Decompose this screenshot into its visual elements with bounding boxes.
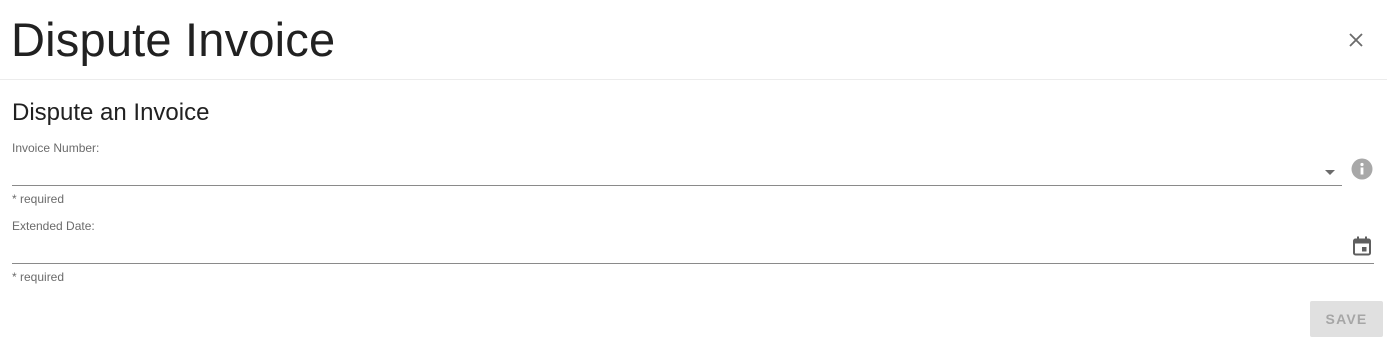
- invoice-number-helper: * required: [12, 192, 65, 206]
- chevron-down-icon: [1325, 170, 1335, 175]
- form-subtitle: Dispute an Invoice: [12, 99, 210, 126]
- dialog-title: Dispute Invoice: [11, 13, 336, 66]
- extended-date-helper: * required: [12, 270, 65, 284]
- invoice-number-label: Invoice Number:: [12, 141, 100, 155]
- extended-date-underline: [12, 263, 1374, 264]
- invoice-number-dropdown-button[interactable]: [1323, 165, 1337, 175]
- calendar-button[interactable]: [1351, 235, 1373, 257]
- close-icon: [1349, 33, 1363, 47]
- dispute-invoice-dialog: Dispute Invoice Dispute an Invoice Invoi…: [0, 0, 1387, 345]
- invoice-number-underline: [12, 185, 1342, 186]
- info-icon-graphic: [1351, 158, 1373, 180]
- extended-date-label: Extended Date:: [12, 219, 95, 233]
- info-icon[interactable]: [1351, 158, 1373, 180]
- close-button[interactable]: [1340, 24, 1372, 56]
- dialog-header: Dispute Invoice: [0, 0, 1387, 80]
- calendar-icon: [1353, 236, 1371, 256]
- invoice-number-input[interactable]: [12, 160, 1317, 182]
- save-button[interactable]: SAVE: [1310, 301, 1383, 337]
- extended-date-input[interactable]: [12, 238, 1342, 260]
